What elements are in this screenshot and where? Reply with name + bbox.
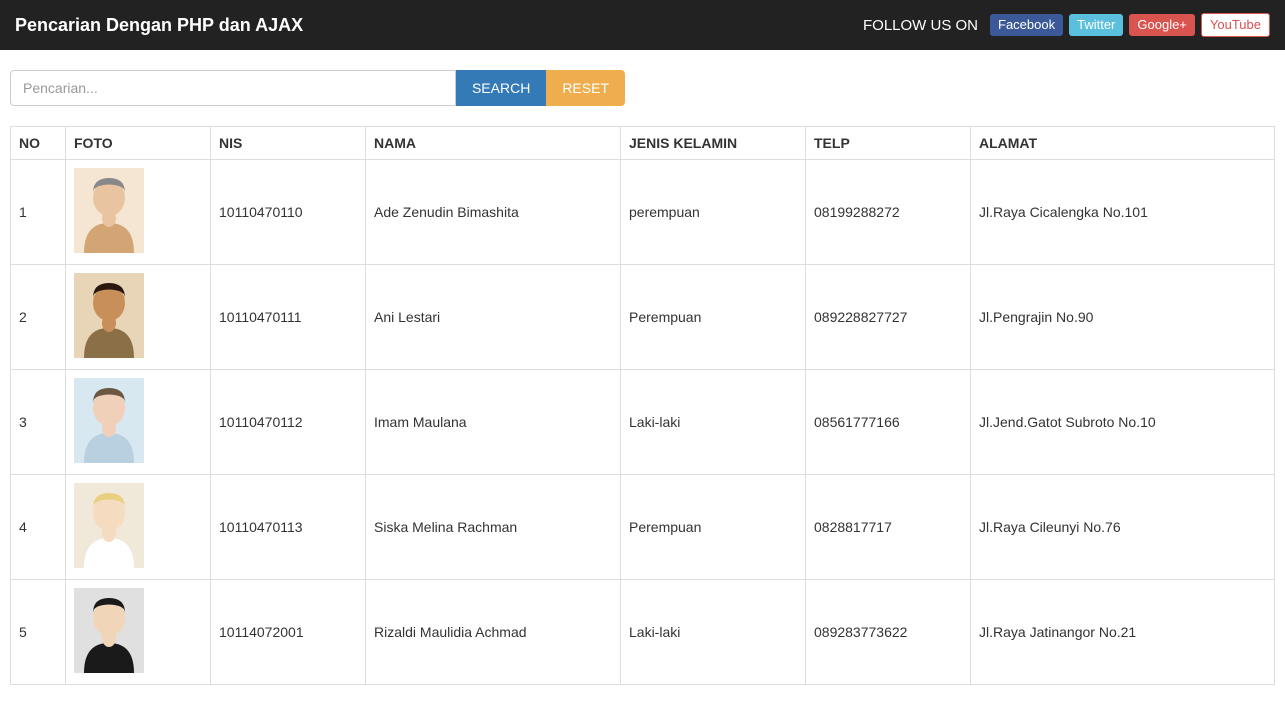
cell-jenis-kelamin: perempuan (621, 160, 806, 265)
photo-icon (74, 378, 144, 463)
cell-nama: Imam Maulana (366, 370, 621, 475)
photo-icon (74, 588, 144, 673)
cell-jenis-kelamin: Laki-laki (621, 580, 806, 685)
cell-telp: 089283773622 (806, 580, 971, 685)
cell-nis: 10110470111 (211, 265, 366, 370)
cell-telp: 08561777166 (806, 370, 971, 475)
search-input[interactable] (10, 70, 456, 106)
main-container: SEARCH RESET NO FOTO NIS NAMA JENIS KELA… (0, 50, 1285, 705)
cell-nis: 10110470110 (211, 160, 366, 265)
cell-no: 5 (11, 580, 66, 685)
cell-alamat: Jl.Pengrajin No.90 (971, 265, 1275, 370)
cell-alamat: Jl.Raya Cileunyi No.76 (971, 475, 1275, 580)
photo-icon (74, 483, 144, 568)
header-alamat: ALAMAT (971, 127, 1275, 160)
google-plus-link[interactable]: Google+ (1129, 14, 1195, 36)
header-telp: TELP (806, 127, 971, 160)
cell-alamat: Jl.Raya Jatinangor No.21 (971, 580, 1275, 685)
reset-button[interactable]: RESET (546, 70, 625, 106)
cell-nama: Rizaldi Maulidia Achmad (366, 580, 621, 685)
header-jenis-kelamin: JENIS KELAMIN (621, 127, 806, 160)
cell-nis: 10110470112 (211, 370, 366, 475)
table-row: 1 10110470110 Ade Zenudin Bimashita pere… (11, 160, 1275, 265)
cell-telp: 089228827727 (806, 265, 971, 370)
cell-nama: Ani Lestari (366, 265, 621, 370)
data-table: NO FOTO NIS NAMA JENIS KELAMIN TELP ALAM… (10, 126, 1275, 685)
cell-nama: Siska Melina Rachman (366, 475, 621, 580)
cell-no: 1 (11, 160, 66, 265)
page-title: Pencarian Dengan PHP dan AJAX (15, 15, 303, 36)
cell-nis: 10114072001 (211, 580, 366, 685)
table-row: 3 10110470112 Imam Maulana Laki-laki 085… (11, 370, 1275, 475)
table-row: 4 10110470113 Siska Melina Rachman Perem… (11, 475, 1275, 580)
youtube-link[interactable]: YouTube (1201, 13, 1270, 37)
cell-telp: 08199288272 (806, 160, 971, 265)
cell-nama: Ade Zenudin Bimashita (366, 160, 621, 265)
cell-no: 3 (11, 370, 66, 475)
navbar: Pencarian Dengan PHP dan AJAX FOLLOW US … (0, 0, 1285, 50)
cell-no: 4 (11, 475, 66, 580)
search-button[interactable]: SEARCH (456, 70, 546, 106)
header-foto: FOTO (66, 127, 211, 160)
cell-telp: 0828817717 (806, 475, 971, 580)
table-header-row: NO FOTO NIS NAMA JENIS KELAMIN TELP ALAM… (11, 127, 1275, 160)
cell-jenis-kelamin: Perempuan (621, 265, 806, 370)
cell-jenis-kelamin: Laki-laki (621, 370, 806, 475)
cell-alamat: Jl.Jend.Gatot Subroto No.10 (971, 370, 1275, 475)
cell-nis: 10110470113 (211, 475, 366, 580)
table-row: 2 10110470111 Ani Lestari Perempuan 0892… (11, 265, 1275, 370)
photo-icon (74, 168, 144, 253)
follow-label: FOLLOW US ON (863, 17, 978, 34)
header-nis: NIS (211, 127, 366, 160)
table-row: 5 10114072001 Rizaldi Maulidia Achmad La… (11, 580, 1275, 685)
cell-foto (66, 475, 211, 580)
header-nama: NAMA (366, 127, 621, 160)
navbar-right: FOLLOW US ON Facebook Twitter Google+ Yo… (863, 13, 1270, 37)
cell-foto (66, 160, 211, 265)
cell-alamat: Jl.Raya Cicalengka No.101 (971, 160, 1275, 265)
cell-foto (66, 370, 211, 475)
twitter-link[interactable]: Twitter (1069, 14, 1123, 36)
photo-icon (74, 273, 144, 358)
facebook-link[interactable]: Facebook (990, 14, 1063, 36)
header-no: NO (11, 127, 66, 160)
cell-jenis-kelamin: Perempuan (621, 475, 806, 580)
search-bar: SEARCH RESET (10, 70, 625, 106)
cell-foto (66, 265, 211, 370)
cell-foto (66, 580, 211, 685)
cell-no: 2 (11, 265, 66, 370)
